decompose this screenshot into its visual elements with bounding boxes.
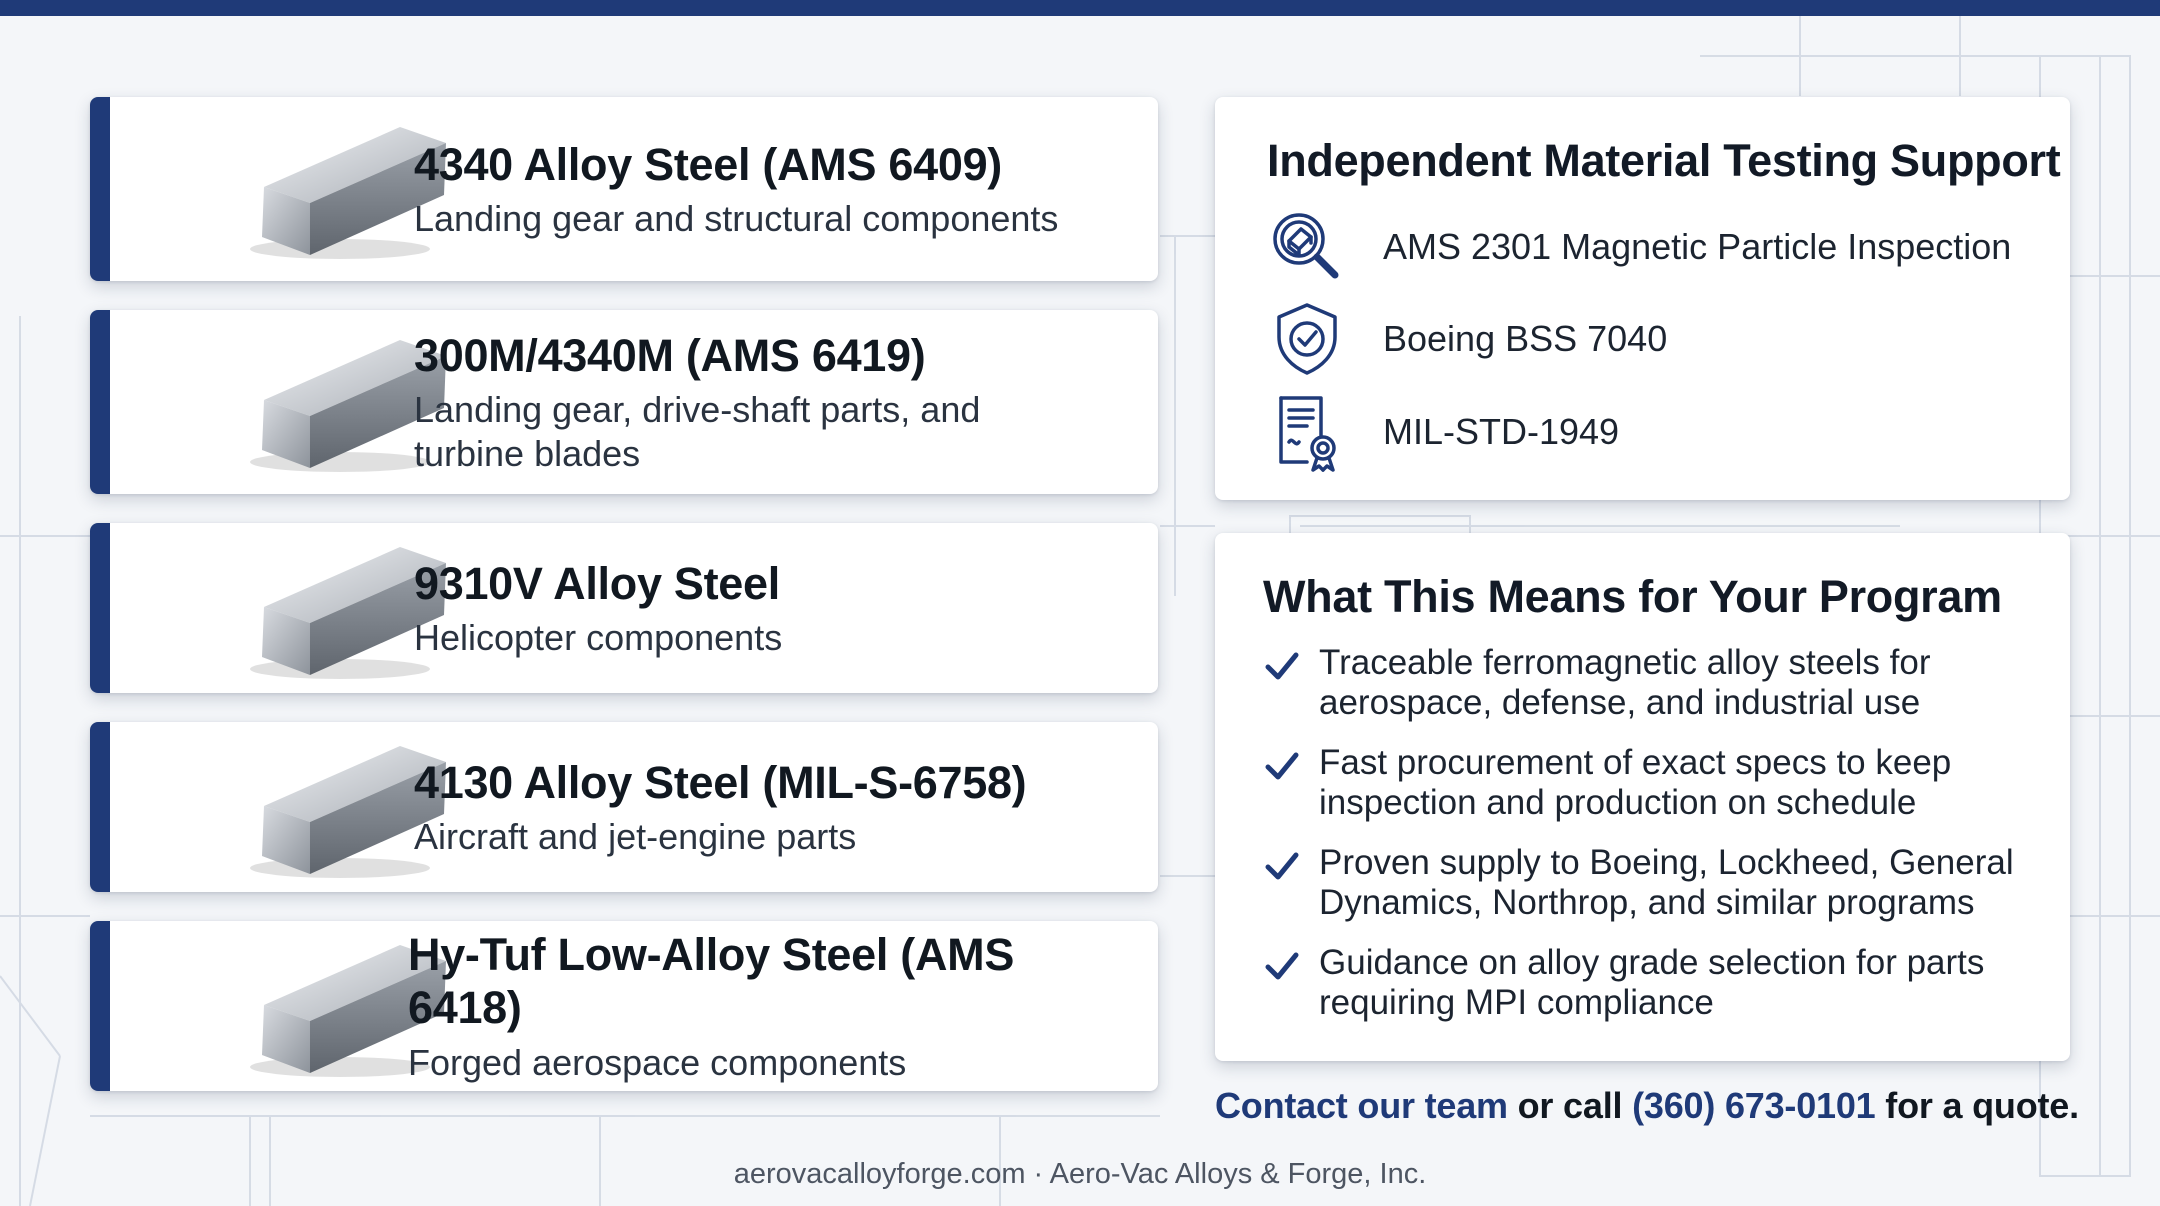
material-card: 9310V Alloy Steel Helicopter components [90,523,1158,693]
material-name: Hy-Tuf Low-Alloy Steel (AMS 6418) [408,929,1015,1034]
testing-item: MIL-STD-1949 [1267,390,1619,474]
testing-panel: Independent Material Testing Support AMS… [1215,97,2070,500]
benefits-panel-title: What This Means for Your Program [1263,571,2002,622]
material-description: Forged aerospace components [408,1041,907,1083]
cta-end-text: for a quote. [1875,1085,2079,1126]
testing-panel-title: Independent Material Testing Support [1267,135,2061,186]
footer-text: aerovacalloyforge.com · Aero-Vac Alloys … [733,1158,1427,1190]
benefit-text: Traceable ferromagnetic alloy steels for… [1319,643,1931,722]
card-accent-stripe [90,523,110,693]
checkmark-icon [1265,852,1299,880]
benefit-item: Fast procurement of exact specs to keep … [1263,743,2033,823]
material-card: 4340 Alloy Steel (AMS 6409) Landing gear… [90,97,1158,281]
material-description: Aircraft and jet-engine parts [414,815,857,857]
material-card: Hy-Tuf Low-Alloy Steel (AMS 6418) Forged… [90,921,1158,1091]
material-card: 4130 Alloy Steel (MIL-S-6758) Aircraft a… [90,722,1158,892]
certificate-ribbon-icon [1279,396,1336,472]
benefit-item: Guidance on alloy grade selection for pa… [1263,943,2033,1023]
checkmark-icon [1265,952,1299,980]
material-name: 4130 Alloy Steel (MIL-S-6758) [414,756,1027,808]
material-card: 300M/4340M (AMS 6419) Landing gear, driv… [90,310,1158,494]
benefit-text: Guidance on alloy grade selection for pa… [1319,943,1985,1022]
benefits-panel: What This Means for Your Program Traceab… [1215,533,2070,1061]
checkmark-icon [1265,752,1299,780]
call-to-action: Contact our team or call (360) 673-0101 … [1215,1085,2079,1127]
material-name: 9310V Alloy Steel [414,557,780,609]
material-description: Landing gear, drive-shaft parts, and tur… [414,389,981,474]
card-accent-stripe [90,97,110,281]
material-name: 4340 Alloy Steel (AMS 6409) [414,138,1002,190]
checkmark-icon [1265,652,1299,680]
testing-item: Boeing BSS 7040 [1267,297,1667,381]
phone-number-link[interactable]: (360) 673-0101 [1632,1085,1876,1126]
card-accent-stripe [90,921,110,1091]
testing-item-label: MIL-STD-1949 [1383,411,1620,452]
material-description: Helicopter components [414,616,783,658]
contact-team-link[interactable]: Contact our team [1215,1085,1508,1126]
cta-middle-text: or call [1507,1085,1633,1126]
top-accent-bar [0,0,2160,16]
material-name: 300M/4340M (AMS 6419) [414,330,926,382]
shield-check-icon [1277,303,1337,375]
benefit-text: Proven supply to Boeing, Lockheed, Gener… [1319,843,2014,922]
card-accent-stripe [90,722,110,892]
testing-item-label: Boeing BSS 7040 [1383,318,1668,359]
magnifier-inspection-icon [1273,213,1339,279]
testing-item-label: AMS 2301 Magnetic Particle Inspection [1383,226,2012,267]
testing-item: AMS 2301 Magnetic Particle Inspection [1267,205,2011,289]
benefit-text: Fast procurement of exact specs to keep … [1319,743,1952,822]
card-accent-stripe [90,310,110,494]
benefit-item: Proven supply to Boeing, Lockheed, Gener… [1263,843,2033,923]
material-description: Landing gear and structural components [414,197,1059,239]
benefit-item: Traceable ferromagnetic alloy steels for… [1263,643,2033,723]
